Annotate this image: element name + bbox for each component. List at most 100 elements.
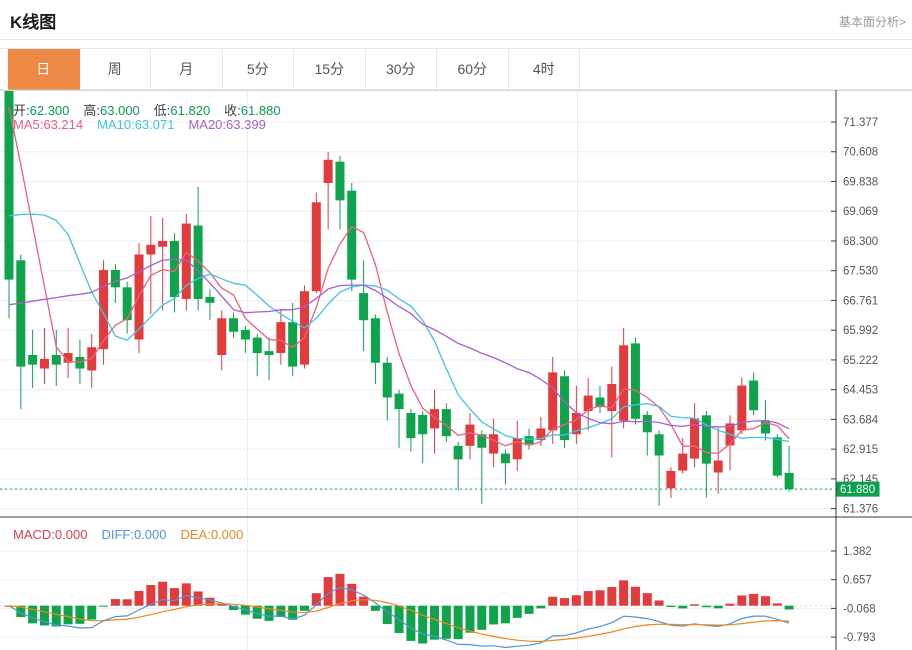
candle-up bbox=[666, 471, 675, 488]
candle-down bbox=[205, 297, 214, 303]
axis-label: 65.992 bbox=[843, 325, 878, 337]
macd-bar-positive bbox=[655, 600, 664, 605]
macd-bar-positive bbox=[335, 574, 344, 606]
macd-bar-positive bbox=[170, 588, 179, 606]
candle-up bbox=[40, 359, 49, 369]
axis-label: 0.657 bbox=[843, 575, 872, 587]
candle-down bbox=[785, 473, 794, 489]
axis-label: 70.608 bbox=[843, 147, 878, 159]
candle-down bbox=[383, 363, 392, 398]
macd-bar-positive bbox=[548, 597, 557, 606]
last-price-badge-text: 61.880 bbox=[840, 484, 875, 496]
macd-bar-negative bbox=[430, 606, 439, 640]
macd-bar-positive bbox=[572, 595, 581, 605]
macd-bar-positive bbox=[631, 587, 640, 606]
axis-label: 68.300 bbox=[843, 236, 878, 248]
macd-bar-positive bbox=[158, 582, 167, 606]
macd-bar-negative bbox=[489, 606, 498, 625]
macd-bar-negative bbox=[75, 606, 84, 624]
candle-down bbox=[655, 434, 664, 455]
axis-label: 61.376 bbox=[843, 504, 878, 516]
candle-down bbox=[335, 162, 344, 201]
candle-up bbox=[465, 425, 474, 446]
macd-bar-positive bbox=[123, 599, 132, 605]
macd-bar-positive bbox=[560, 598, 569, 606]
candle-up bbox=[489, 434, 498, 453]
candle-down bbox=[359, 293, 368, 320]
macd-bar-negative bbox=[276, 606, 285, 617]
macd-bar-negative bbox=[371, 606, 380, 611]
macd-bar-negative bbox=[678, 606, 687, 609]
candle-down bbox=[28, 355, 37, 365]
macd-bar-negative bbox=[702, 606, 711, 608]
candle-down bbox=[371, 318, 380, 362]
candle-up bbox=[158, 241, 167, 247]
candle-down bbox=[16, 260, 25, 366]
axis-label: 63.684 bbox=[843, 414, 879, 426]
candle-down bbox=[265, 351, 274, 355]
candle-down bbox=[241, 330, 250, 340]
candle-down bbox=[123, 287, 132, 320]
macd-bar-negative bbox=[501, 606, 510, 624]
axis-label: 69.838 bbox=[843, 176, 878, 188]
macd-bar-negative bbox=[87, 606, 96, 620]
candle-up bbox=[217, 318, 226, 355]
candle-down bbox=[347, 191, 356, 280]
candle-down bbox=[454, 446, 463, 460]
macd-bar-positive bbox=[690, 604, 699, 605]
kline-page: K线图 基本面分析> 日周月5分15分30分60分4时 71.37770.608… bbox=[0, 0, 912, 650]
macd-bar-positive bbox=[773, 603, 782, 605]
macd-bar-positive bbox=[749, 594, 758, 606]
candle-down bbox=[253, 338, 262, 353]
candle-down bbox=[5, 90, 14, 279]
macd-bar-positive bbox=[726, 604, 735, 606]
candle-up bbox=[324, 160, 333, 183]
macd-bar-positive bbox=[643, 593, 652, 606]
candle-up bbox=[430, 409, 439, 428]
candle-down bbox=[170, 241, 179, 297]
candle-up bbox=[146, 245, 155, 255]
candle-down bbox=[229, 318, 238, 332]
macd-bar-negative bbox=[477, 606, 486, 630]
candle-down bbox=[501, 454, 510, 464]
axis-label: 66.761 bbox=[843, 295, 878, 307]
axis-label: 71.377 bbox=[843, 117, 878, 129]
macd-bar-positive bbox=[111, 599, 120, 606]
axis-label: -0.793 bbox=[843, 632, 876, 644]
candle-down bbox=[75, 357, 84, 369]
macd-bar-negative bbox=[99, 606, 108, 607]
macd-bar-positive bbox=[584, 591, 593, 606]
axis-label: 69.069 bbox=[843, 206, 878, 218]
candle-down bbox=[418, 415, 427, 434]
macd-bar-negative bbox=[714, 606, 723, 609]
macd-bar-positive bbox=[737, 596, 746, 606]
macd-bar-negative bbox=[418, 606, 427, 644]
candle-up bbox=[678, 454, 687, 471]
macd-bar-negative bbox=[383, 606, 392, 624]
candle-down bbox=[406, 413, 415, 438]
macd-bar-negative bbox=[513, 606, 522, 618]
candle-down bbox=[52, 355, 61, 365]
macd-bar-positive bbox=[607, 587, 616, 606]
macd-bar-positive bbox=[619, 580, 628, 605]
kline-canvas[interactable]: 71.37770.60869.83869.06968.30067.53066.7… bbox=[0, 0, 912, 650]
candle-down bbox=[395, 394, 404, 409]
macd-bar-negative bbox=[525, 606, 534, 614]
macd-bar-positive bbox=[596, 590, 605, 605]
macd-bar-positive bbox=[347, 584, 356, 606]
candle-down bbox=[525, 436, 534, 444]
macd-bar-negative bbox=[536, 606, 545, 609]
axis-label: -0.068 bbox=[843, 603, 876, 615]
candle-down bbox=[773, 437, 782, 475]
macd-bar-positive bbox=[312, 593, 321, 606]
candle-down bbox=[560, 376, 569, 440]
candle-up bbox=[548, 372, 557, 430]
macd-bar-positive bbox=[761, 596, 770, 606]
candle-down bbox=[643, 415, 652, 432]
candle-down bbox=[111, 270, 120, 287]
macd-bar-negative bbox=[465, 606, 474, 633]
macd-bar-positive bbox=[135, 591, 144, 606]
candle-down bbox=[194, 225, 203, 298]
candle-up bbox=[182, 224, 191, 299]
macd-bar-positive bbox=[182, 583, 191, 605]
